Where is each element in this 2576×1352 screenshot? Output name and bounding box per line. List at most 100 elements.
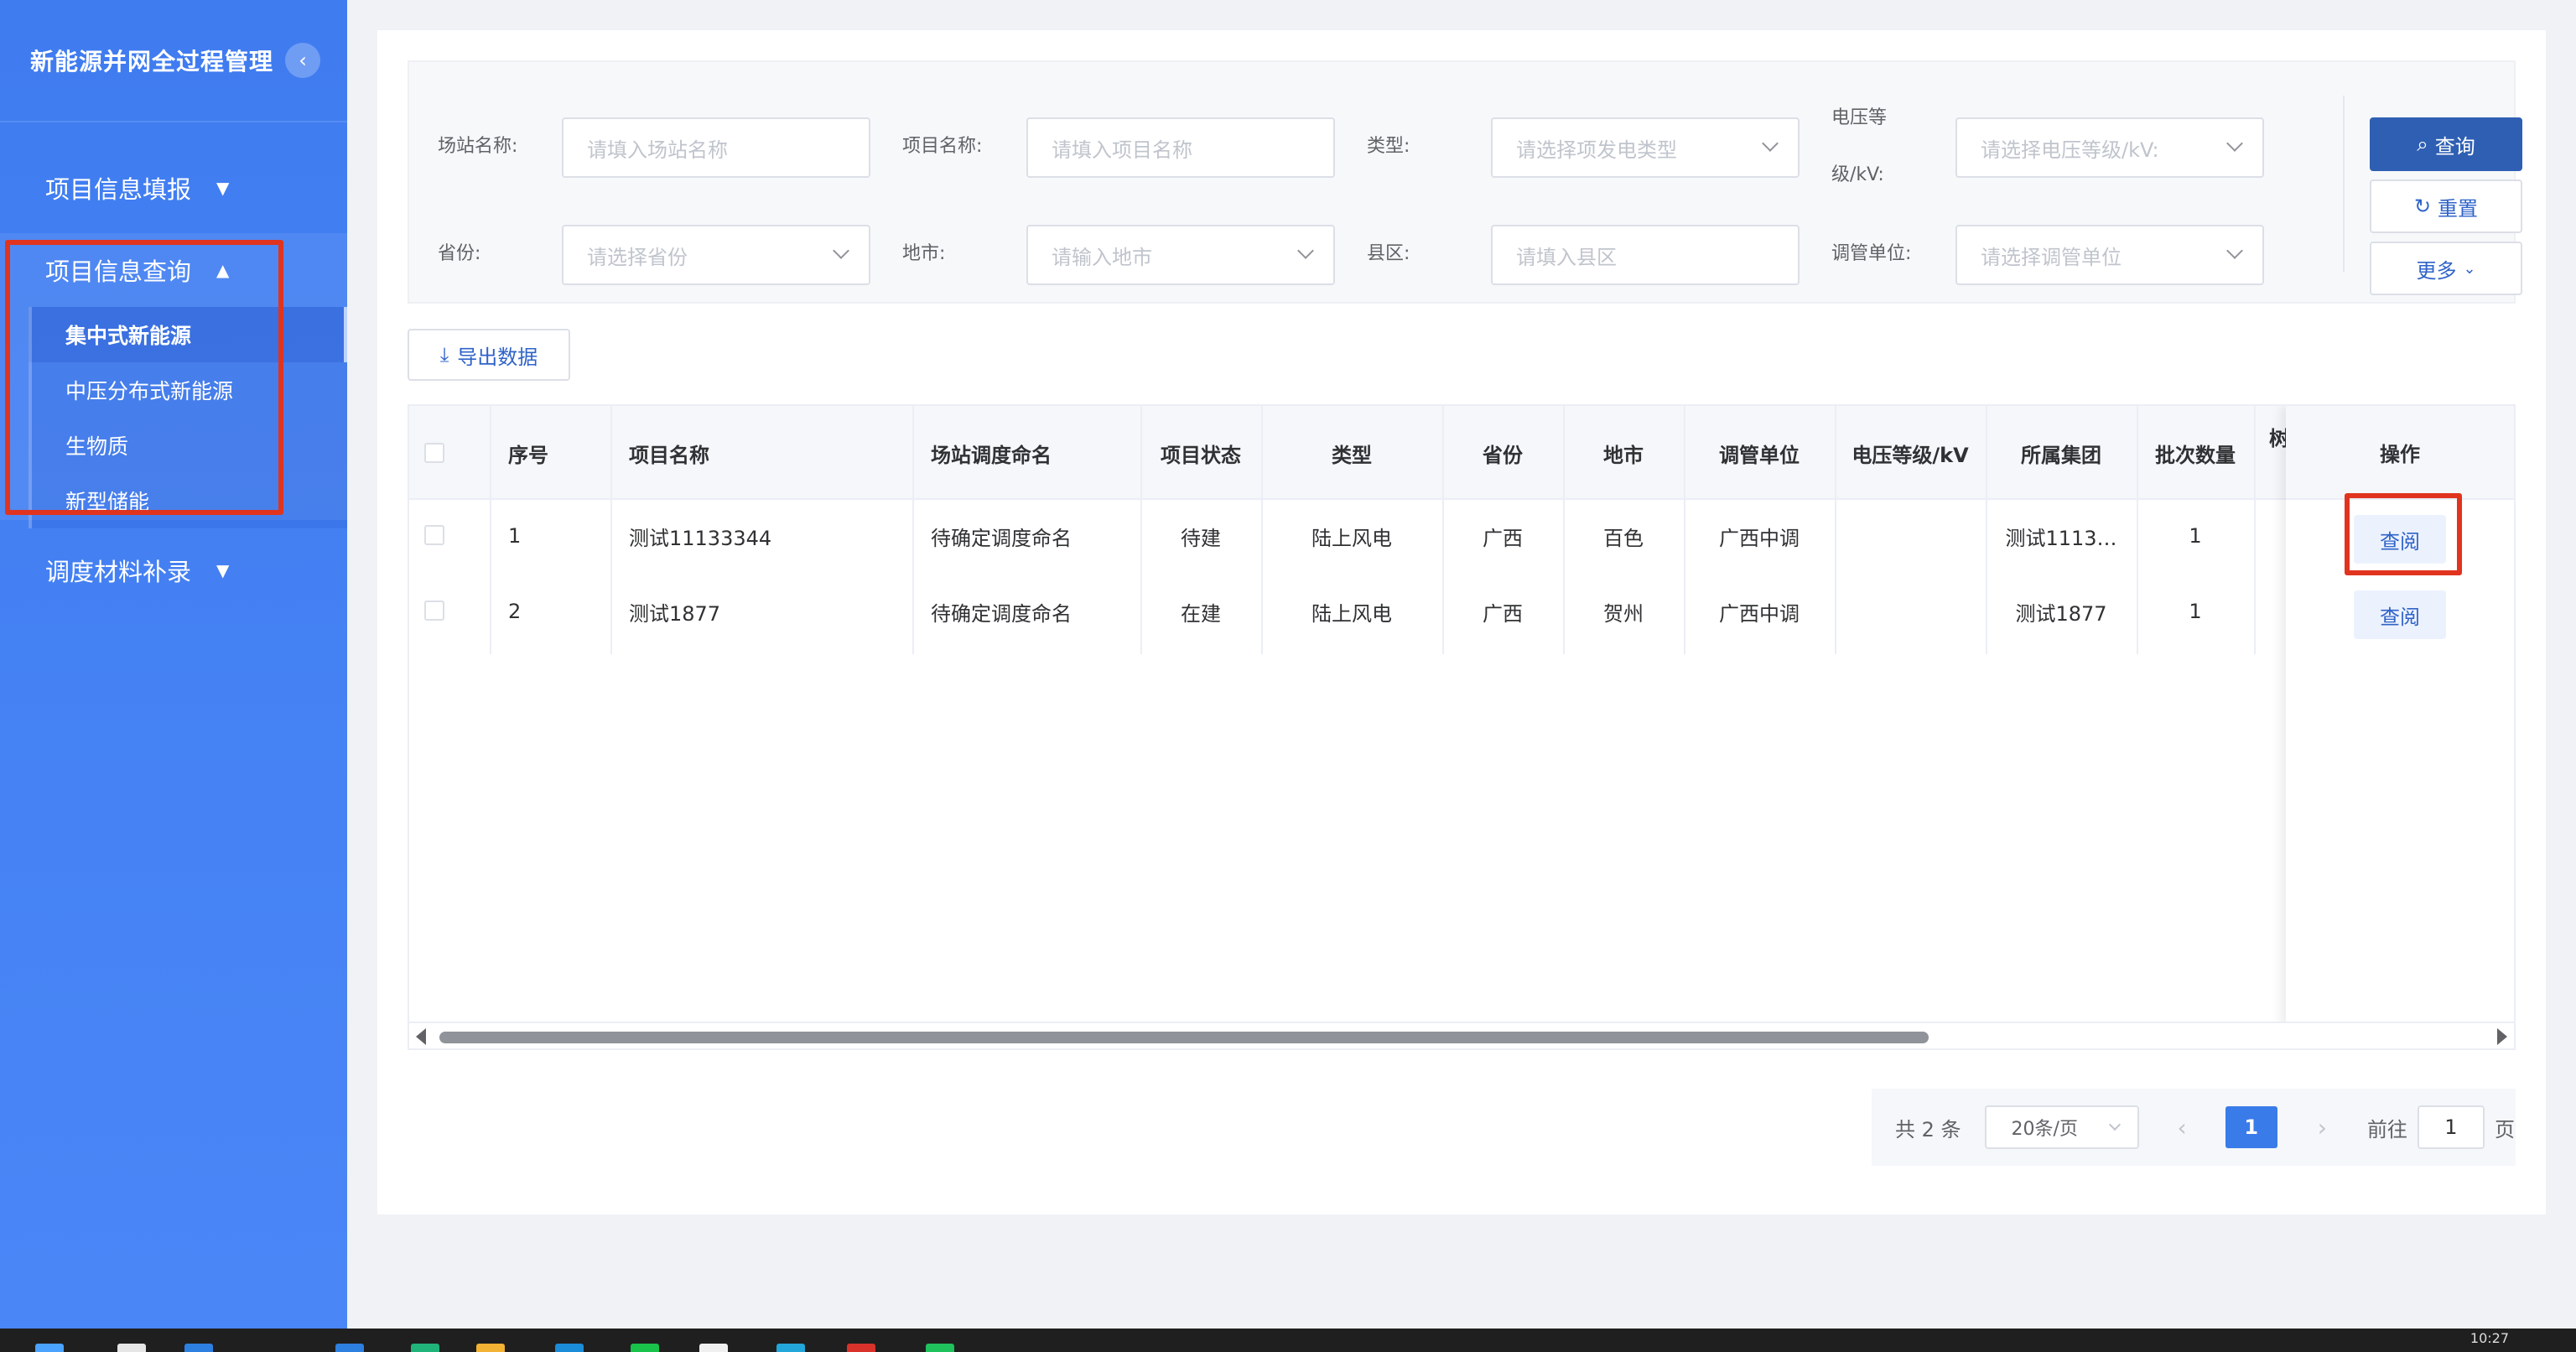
button-label: 导出数据 [457,345,538,369]
header-group: 所属集团 [2021,443,2101,467]
cell-city: 百色 [1603,526,1644,550]
header-type: 类型 [1332,443,1372,467]
cell-province: 广西 [1483,601,1523,626]
cell-voltage [1835,498,1986,574]
select-all-checkbox[interactable] [424,443,444,463]
voltage-select[interactable]: 请选择电压等级/kV: [1955,117,2264,178]
cell-dispatch: 广西中调 [1719,601,1800,626]
column-divider [610,406,612,654]
app-icon[interactable] [411,1344,439,1352]
submenu-item-storage[interactable]: 新型储能 [29,473,347,528]
placeholder: 请填入县区 [1516,245,1617,269]
browser-icon[interactable] [847,1344,875,1352]
app-icon[interactable] [335,1344,364,1352]
type-select[interactable]: 请选择项发电类型 [1491,117,1800,178]
dispatch-select[interactable]: 请选择调管单位 [1955,225,2264,285]
project-input[interactable]: 请填入项目名称 [1026,117,1335,178]
column-divider [912,406,914,654]
app-icon[interactable] [184,1344,213,1352]
project-label: 项目名称: [902,136,983,157]
taskbar: 10:27 [0,1329,2576,1352]
page-size-select[interactable]: 20条/页 [1984,1105,2139,1149]
scroll-right-icon[interactable] [2497,1028,2507,1045]
menu-project-fill[interactable]: 项目信息填报 ▼ [0,148,347,228]
total-count: 共 2 条 [1895,1117,1961,1141]
view-button[interactable]: 查阅 [2354,590,2446,639]
export-button[interactable]: ⤓ 导出数据 [408,329,570,381]
reset-button[interactable]: ↻ 重置 [2370,179,2522,233]
cell-province: 广西 [1483,526,1523,550]
city-select[interactable]: 请输入地市 [1026,225,1335,285]
search-icon: ⌕ [2417,133,2428,156]
fixed-action-column: 操作 查阅 查阅 [2286,406,2514,1027]
station-input[interactable]: 请填入场站名称 [562,117,870,178]
menu-dispatch-supplement[interactable]: 调度材料补录 ▼ [0,530,347,611]
app-icon[interactable] [555,1344,584,1352]
header-province: 省份 [1483,443,1523,467]
chevron-down-icon [2226,242,2243,259]
cell-index: 1 [508,524,522,548]
menu-title-project-fill[interactable]: 项目信息填报 ▼ [0,148,347,228]
header-index: 序号 [508,443,548,467]
cell-city: 贺州 [1603,601,1644,626]
placeholder: 请选择省份 [587,245,688,269]
app-icon[interactable] [776,1344,805,1352]
refresh-icon: ↻ [2413,195,2432,218]
type-label: 类型: [1367,136,1410,157]
cell-project-name: 测试1877 [629,601,721,626]
app-icon[interactable] [631,1344,659,1352]
chevron-down-icon [833,242,849,259]
station-label: 场站名称: [438,136,518,157]
caret-down-icon: ▼ [216,560,230,580]
county-input[interactable]: 请填入县区 [1491,225,1800,285]
filter-divider [2343,96,2345,272]
page-number-current[interactable]: 1 [2225,1106,2277,1148]
start-icon[interactable] [35,1344,64,1352]
cell-batch: 1 [2189,600,2202,623]
menu-title-project-query[interactable]: 项目信息查询 ▲ [0,233,347,307]
cell-index: 2 [508,600,522,623]
row-checkbox[interactable] [424,601,444,621]
placeholder: 请填入项目名称 [1052,138,1192,162]
pagination: 共 2 条 20条/页 ‹ 1 › 前往 1 页 [1872,1089,2516,1166]
column-divider [2254,406,2256,654]
collapse-icon[interactable]: ‹ [285,43,321,78]
submenu-item-distributed[interactable]: 中压分布式新能源 [29,362,347,418]
placeholder: 请输入地市 [1052,245,1152,269]
prev-page-icon[interactable]: ‹ [2178,1114,2187,1141]
province-label: 省份: [438,243,481,264]
menu-title-dispatch-supplement[interactable]: 调度材料补录 ▼ [0,530,347,611]
wechat-icon[interactable] [926,1344,954,1352]
submenu-item-centralized[interactable]: 集中式新能源 [29,307,347,362]
horizontal-scrollbar[interactable] [409,1022,2514,1048]
placeholder: 请选择调管单位 [1981,245,2122,269]
next-page-icon[interactable]: › [2318,1114,2327,1141]
button-label: 更多 [2416,258,2457,283]
column-divider [490,406,491,654]
goto-page-input[interactable]: 1 [2417,1105,2485,1149]
app-icon[interactable] [117,1344,146,1352]
sidebar-header: 新能源并网全过程管理 ‹ [0,0,347,122]
placeholder: 请选择项发电类型 [1516,138,1677,162]
menu-label: 调度材料补录 [45,558,192,586]
submenu-item-biomass[interactable]: 生物质 [29,418,347,473]
caret-up-icon: ▲ [216,260,230,280]
header-city: 地市 [1603,443,1644,467]
scroll-thumb[interactable] [439,1032,1929,1043]
province-select[interactable]: 请选择省份 [562,225,870,285]
search-button[interactable]: ⌕ 查询 [2370,117,2522,171]
row-checkbox[interactable] [424,525,444,545]
folder-icon[interactable] [476,1344,505,1352]
more-button[interactable]: 更多 ⌄ [2370,242,2522,295]
city-label: 地市: [902,243,946,264]
chevron-down-icon [2108,1118,2121,1131]
view-button[interactable]: 查阅 [2354,515,2446,564]
scroll-left-icon[interactable] [416,1028,426,1045]
menu-label: 项目信息填报 [45,175,192,204]
goto-label: 前往 [2366,1117,2407,1141]
app-icon[interactable] [699,1344,728,1352]
cell-station-name: 待确定调度命名 [931,601,1072,626]
data-table: 序号 项目名称 场站调度命名 项目状态 类型 省份 地市 调管单位 电压等级/k… [408,404,2516,1050]
cell-type: 陆上风电 [1311,601,1392,626]
caret-down-icon: ▼ [216,178,230,198]
